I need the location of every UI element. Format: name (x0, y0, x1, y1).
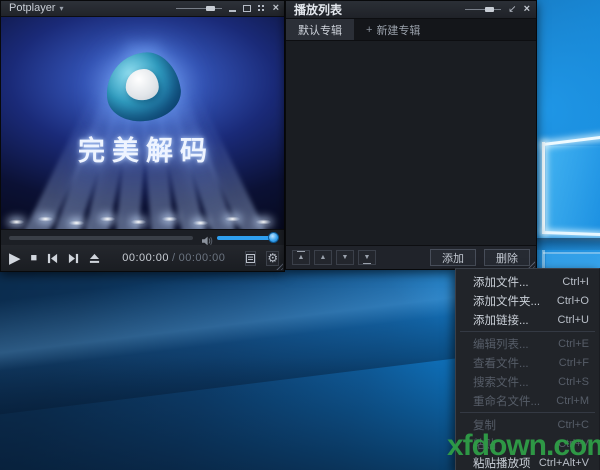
menu-item-search-file: 搜索文件... Ctrl+S (456, 372, 599, 391)
player-titlebar[interactable]: Potplayer ▾ × (1, 1, 284, 17)
potplayer-window: Potplayer ▾ × 完 (0, 0, 285, 272)
move-up-icon: ▲ (320, 254, 327, 261)
stop-button[interactable]: ■ (31, 253, 38, 264)
fullscreen-icon[interactable] (258, 5, 266, 13)
menu-item-rename-file: 重命名文件... Ctrl+M (456, 391, 599, 410)
move-to-bottom-icon: ▼ (364, 254, 371, 261)
time-separator: / (172, 252, 176, 264)
tab-default-album[interactable]: 默认专辑 (286, 19, 354, 40)
play-button[interactable]: ▶ (9, 251, 21, 266)
delete-button[interactable]: 删除 (484, 249, 530, 266)
windows-logo-shadow (537, 238, 600, 250)
seek-row (1, 229, 284, 245)
playlist-toolbar: ▲ ▲ ▼ ▼ 添加 删除 (286, 245, 536, 269)
next-button[interactable] (68, 253, 79, 264)
open-file-button[interactable] (89, 253, 100, 264)
add-button[interactable]: 添加 (430, 249, 476, 266)
windows-logo-pane (546, 146, 600, 232)
move-down-button[interactable]: ▼ (336, 250, 354, 265)
playlist-title: 播放列表 (294, 4, 342, 16)
maximize-icon[interactable] (243, 5, 251, 12)
menu-item-add-folder[interactable]: 添加文件夹... Ctrl+O (456, 291, 599, 310)
transport-controls: ▶ ■ 00:00:00/00:00:00 ⚙ (1, 245, 284, 271)
windows-logo-reflection-pane (546, 254, 600, 268)
close-icon[interactable]: × (273, 3, 279, 14)
playlist-opacity-slider[interactable] (465, 5, 501, 14)
plus-icon: + (366, 24, 372, 36)
time-total: 00:00:00 (179, 252, 226, 264)
playlist-tabs: 默认专辑 + 新建专辑 (286, 19, 536, 41)
control-panel-button[interactable] (245, 251, 256, 266)
seek-bar[interactable] (9, 236, 193, 240)
site-watermark: xfdown.com (447, 429, 600, 463)
move-to-bottom-button[interactable]: ▼ (358, 250, 376, 265)
menu-separator (456, 329, 599, 334)
volume-knob[interactable] (268, 232, 279, 243)
move-to-top-icon: ▲ (298, 254, 305, 261)
dock-arrow-icon[interactable]: ↙ (508, 5, 516, 15)
player-title: Potplayer (9, 3, 55, 14)
move-to-top-button[interactable]: ▲ (292, 250, 310, 265)
move-down-icon: ▼ (342, 254, 349, 261)
screen: Potplayer ▾ × 完 (0, 0, 600, 470)
title-menu-arrow-icon[interactable]: ▾ (59, 4, 63, 13)
opacity-slider[interactable] (176, 4, 222, 13)
stage-lights (1, 213, 284, 227)
gear-icon: ⚙ (267, 252, 278, 264)
menu-item-view-file: 查看文件... Ctrl+F (456, 353, 599, 372)
time-display: 00:00:00/00:00:00 (122, 252, 225, 264)
playlist-titlebar[interactable]: 播放列表 ↙ × (286, 1, 536, 19)
playlist-close-icon[interactable]: × (524, 4, 530, 15)
menu-separator (456, 410, 599, 415)
tab-new-album[interactable]: + 新建专辑 (354, 19, 432, 40)
time-current: 00:00:00 (122, 252, 169, 264)
settings-button[interactable]: ⚙ (266, 251, 279, 266)
splash-title: 完美解码 (1, 129, 284, 168)
menu-item-add-link[interactable]: 添加链接... Ctrl+U (456, 310, 599, 329)
volume-slider[interactable] (217, 236, 275, 240)
playlist-items-area[interactable] (286, 41, 536, 245)
menu-item-add-file[interactable]: 添加文件... Ctrl+I (456, 272, 599, 291)
video-area[interactable]: 完美解码 (1, 17, 284, 229)
playlist-window: 播放列表 ↙ × 默认专辑 + 新建专辑 ▲ (285, 0, 537, 270)
menu-item-edit-list: 编辑列表... Ctrl+E (456, 334, 599, 353)
previous-button[interactable] (47, 253, 58, 264)
move-up-button[interactable]: ▲ (314, 250, 332, 265)
minimize-icon[interactable] (229, 10, 236, 12)
windows-logo-vertical-edge (542, 142, 545, 234)
